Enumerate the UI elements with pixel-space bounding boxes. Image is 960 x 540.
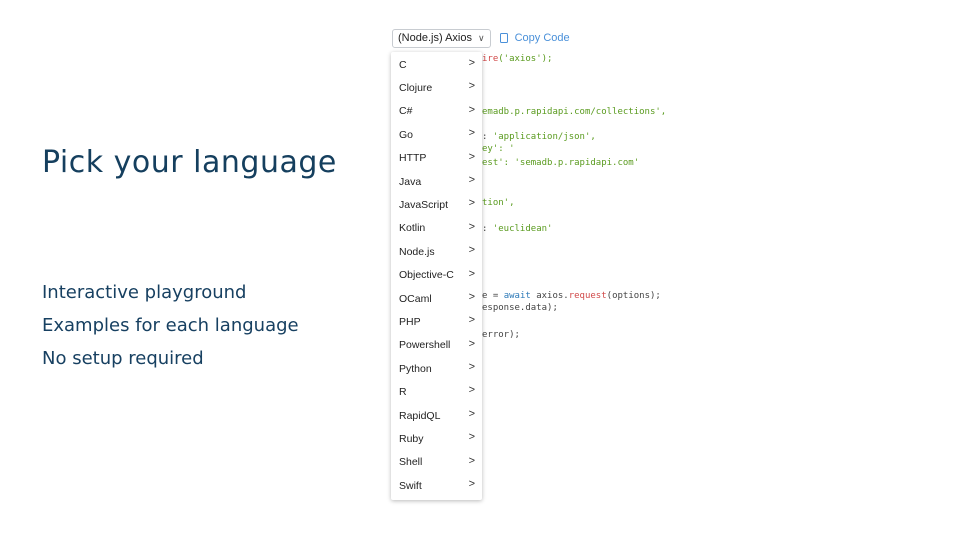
- chevron-right-icon: >: [468, 150, 475, 163]
- code-token: ire: [482, 54, 499, 64]
- chevron-right-icon: >: [468, 314, 475, 327]
- chevron-right-icon: >: [468, 57, 475, 69]
- language-option[interactable]: Python >: [391, 357, 482, 380]
- code-line: ey': ': [482, 144, 515, 155]
- code-token: e =: [482, 291, 504, 301]
- code-token: (options);: [606, 291, 661, 301]
- code-token: esponse.data);: [482, 303, 558, 313]
- code-token: error);: [482, 330, 520, 340]
- page-title: Pick your language: [42, 145, 337, 180]
- copy-code-button[interactable]: Copy Code: [499, 32, 570, 44]
- code-line: esponse.data);: [482, 303, 558, 314]
- code-line: e = await axios.request(options);: [482, 291, 661, 302]
- feature-item: Interactive playground: [42, 282, 247, 303]
- language-option[interactable]: PHP >: [391, 310, 482, 333]
- language-option[interactable]: Kotlin >: [391, 217, 482, 240]
- code-token: :: [482, 132, 493, 142]
- code-line: : 'euclidean': [482, 224, 552, 235]
- language-option-label: Clojure: [399, 82, 433, 95]
- language-option-label: Java: [399, 175, 422, 188]
- code-token: ('axios');: [498, 54, 553, 64]
- language-option[interactable]: RapidQL >: [391, 404, 482, 427]
- code-token: :: [482, 224, 493, 234]
- language-option[interactable]: JavaScript >: [391, 193, 482, 216]
- chevron-right-icon: >: [468, 384, 475, 397]
- language-option[interactable]: Objective-C >: [391, 264, 482, 287]
- chevron-right-icon: >: [468, 220, 475, 233]
- chevron-right-icon: >: [468, 431, 475, 444]
- language-option-label: Swift: [399, 479, 422, 492]
- chevron-right-icon: >: [468, 244, 475, 257]
- language-option-label: Go: [399, 128, 414, 141]
- code-line: : 'application/json',: [482, 132, 596, 143]
- chevron-right-icon: >: [468, 267, 475, 280]
- chevron-right-icon: >: [468, 173, 475, 186]
- language-option[interactable]: Go >: [391, 123, 482, 146]
- code-token: tion',: [482, 198, 515, 208]
- chevron-right-icon: >: [468, 127, 475, 140]
- language-option[interactable]: C >: [391, 53, 482, 76]
- feature-item: No setup required: [42, 348, 204, 369]
- language-option[interactable]: R >: [391, 380, 482, 403]
- feature-list: Interactive playground Examples for each…: [42, 276, 299, 375]
- chevron-right-icon: >: [468, 478, 475, 491]
- chevron-right-icon: >: [468, 361, 475, 374]
- code-line: tion',: [482, 198, 515, 209]
- language-option-label: JavaScript: [399, 199, 449, 212]
- copy-icon: [499, 33, 508, 43]
- code-token: request: [568, 291, 607, 301]
- language-option[interactable]: OCaml >: [391, 287, 482, 310]
- code-line: ire('axios');: [482, 54, 552, 65]
- language-option-label: Node.js: [399, 245, 435, 258]
- language-option-label: RapidQL: [399, 409, 441, 422]
- chevron-right-icon: >: [468, 337, 475, 350]
- language-option[interactable]: Powershell >: [391, 334, 482, 357]
- language-option-label: PHP: [399, 315, 421, 328]
- chevron-right-icon: >: [468, 197, 475, 210]
- language-option[interactable]: C# >: [391, 100, 482, 123]
- code-toolbar: (Node.js) Axios ∨ Copy Code: [392, 28, 570, 48]
- chevron-right-icon: >: [468, 80, 475, 93]
- code-token: 'application/json',: [492, 132, 596, 142]
- chevron-down-icon: ∨: [477, 32, 485, 43]
- code-token: emadb.p.rapidapi.com/collections',: [482, 107, 667, 117]
- chevron-right-icon: >: [468, 103, 475, 116]
- code-line: est': 'semadb.p.rapidapi.com': [482, 158, 639, 169]
- language-option-label: Shell: [399, 456, 423, 469]
- language-option-label: OCaml: [399, 292, 432, 305]
- language-option[interactable]: Node.js >: [391, 240, 482, 263]
- language-dropdown: C > Clojure > C# > Go > HTTP > Java > JavaScript > Kot…: [391, 52, 482, 500]
- code-token: 'euclidean': [492, 224, 553, 234]
- language-option-label: HTTP: [399, 152, 427, 165]
- code-line: emadb.p.rapidapi.com/collections',: [482, 107, 666, 118]
- language-option[interactable]: Clojure >: [391, 76, 482, 99]
- language-option[interactable]: HTTP >: [391, 147, 482, 170]
- language-option[interactable]: Swift >: [391, 474, 482, 497]
- language-select-value: (Node.js) Axios: [398, 32, 472, 44]
- language-option-label: Objective-C: [399, 269, 454, 282]
- language-option-label: Powershell: [399, 339, 451, 352]
- language-option-label: Ruby: [399, 432, 424, 445]
- chevron-right-icon: >: [468, 454, 475, 467]
- language-option-label: Kotlin: [399, 222, 426, 235]
- feature-item: Examples for each language: [42, 315, 299, 336]
- language-select[interactable]: (Node.js) Axios ∨: [392, 28, 491, 48]
- chevron-right-icon: >: [468, 290, 475, 303]
- code-token: est': 'semadb.p.rapidapi.com': [482, 158, 640, 168]
- chevron-right-icon: >: [468, 407, 475, 420]
- language-option[interactable]: Java >: [391, 170, 482, 193]
- language-option[interactable]: Ruby >: [391, 427, 482, 450]
- language-option[interactable]: Shell >: [391, 451, 482, 474]
- language-option-label: C: [399, 58, 407, 71]
- language-option-label: Python: [399, 362, 432, 375]
- code-token: await: [503, 291, 531, 301]
- copy-code-label: Copy Code: [514, 32, 570, 44]
- code-line: error);: [482, 330, 520, 341]
- code-token: axios.: [530, 291, 569, 301]
- language-option-label: R: [399, 386, 407, 399]
- code-token: ey': ': [482, 144, 515, 154]
- language-option-label: C#: [399, 105, 413, 118]
